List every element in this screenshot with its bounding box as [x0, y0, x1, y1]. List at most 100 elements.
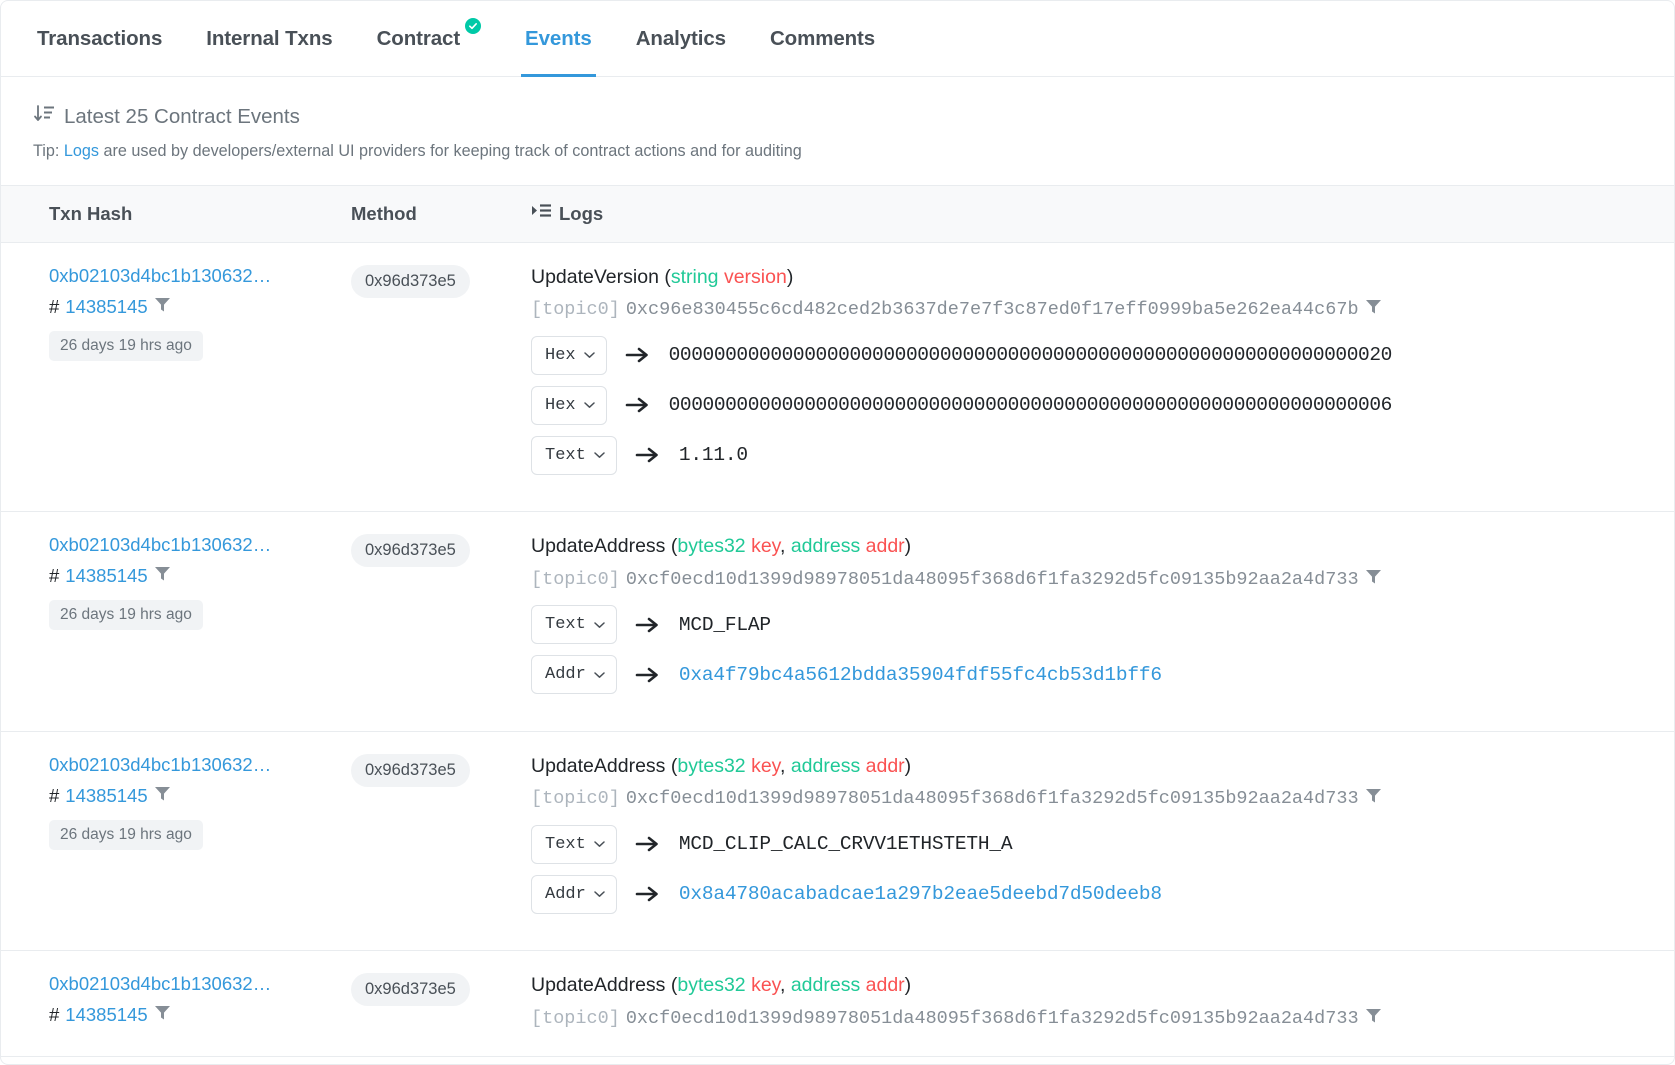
events-table: Txn Hash Method Logs 0xb02103d4bc1b13063… [1, 185, 1674, 1057]
filter-topic-icon[interactable] [1365, 1007, 1382, 1030]
data-format-select[interactable]: Hex [531, 385, 607, 425]
filter-topic-icon[interactable] [1365, 568, 1382, 591]
param-type: string [670, 266, 719, 288]
tab-label: Contract [376, 26, 461, 50]
log-data-rows: Hex 0000000000000000000000000000000000000… [531, 335, 1664, 475]
param-type: address [790, 754, 861, 777]
txn-hash-link[interactable]: 0xb02103d4bc1b130632… [49, 973, 341, 995]
log-data-value: 0000000000000000000000000000000000000000… [668, 344, 1393, 367]
data-format-value: Addr [545, 665, 586, 685]
topic-row: [topic0] 0xc96e830455c6cd482ced2b3637de7e… [531, 298, 1664, 321]
event-name: UpdateVersion [531, 266, 659, 288]
cell-logs: UpdateAddress (bytes32 key, address addr… [531, 951, 1674, 1056]
block-hash-prefix: # [49, 565, 60, 587]
column-header-txn-hash: Txn Hash [1, 185, 351, 243]
topic-label: [topic0] [531, 568, 620, 590]
log-data-row: Text MCD_FLAP [531, 605, 1664, 645]
block-number-link[interactable]: 14385145 [65, 565, 147, 587]
event-signature: UpdateAddress (bytes32 key, address addr… [531, 754, 912, 777]
events-heading-section: Latest 25 Contract Events Tip: Logs are … [1, 77, 1674, 161]
arrow-right-icon [617, 615, 679, 635]
table-row: 0xb02103d4bc1b130632… #14385145 26 days 19… [1, 243, 1674, 512]
log-data-value: MCD_CLIP_CALC_CRVV1ETHSTETH_A [678, 833, 1013, 856]
block-number-link[interactable]: 14385145 [65, 785, 147, 807]
data-format-select[interactable]: Text [531, 435, 617, 475]
log-data-row: Addr 0x8a4780acabadcae1a297b2eae5deebd7d5… [531, 874, 1664, 914]
method-badge[interactable]: 0x96d373e5 [351, 265, 470, 298]
tab-contract[interactable]: Contract [355, 1, 503, 76]
sort-descending-icon [33, 103, 55, 131]
logs-list-icon [531, 202, 552, 226]
event-signature: UpdateVersion (string version) [531, 266, 794, 288]
table-row: 0xb02103d4bc1b130632… #14385145 26 days 19… [1, 512, 1674, 732]
data-format-select[interactable]: Text [531, 824, 617, 864]
method-badge[interactable]: 0x96d373e5 [351, 753, 470, 787]
log-data-row: Hex 0000000000000000000000000000000000000… [531, 385, 1664, 425]
arrow-right-icon [607, 345, 669, 365]
arrow-right-icon [617, 884, 679, 904]
txn-hash-link[interactable]: 0xb02103d4bc1b130632… [49, 534, 341, 556]
method-badge[interactable]: 0x96d373e5 [351, 534, 470, 568]
tab-analytics[interactable]: Analytics [614, 1, 748, 76]
cell-method: 0x96d373e5 [351, 951, 531, 1056]
log-address-link[interactable]: 0xa4f79bc4a5612bdda35904fdf55fc4cb53d1bf… [679, 664, 1162, 686]
param-name: key [751, 974, 780, 997]
method-badge[interactable]: 0x96d373e5 [351, 973, 470, 1007]
event-name: UpdateAddress [531, 754, 666, 777]
block-number-link[interactable]: 14385145 [65, 1004, 147, 1026]
age-badge: 26 days 19 hrs ago [49, 819, 203, 850]
age-badge: 26 days 19 hrs ago [49, 600, 203, 631]
block-number-link[interactable]: 14385145 [65, 296, 147, 318]
tab-label: Events [525, 26, 592, 50]
block-line: #14385145 [49, 785, 341, 807]
data-format-value: Text [545, 615, 586, 635]
topic-row: [topic0] 0xcf0ecd10d1399d98978051da48095f… [531, 787, 1664, 810]
age-badge: 26 days 19 hrs ago [49, 331, 203, 361]
topic-row: [topic0] 0xcf0ecd10d1399d98978051da48095f… [531, 1007, 1664, 1030]
data-format-select[interactable]: Addr [531, 655, 617, 695]
topic-value: 0xcf0ecd10d1399d98978051da48095f368d6f1f… [625, 568, 1359, 590]
param-name: key [751, 535, 780, 558]
param-type: address [790, 535, 861, 558]
table-row: 0xb02103d4bc1b130632… #14385145 0x96d373e5… [1, 951, 1674, 1056]
log-address-link[interactable]: 0x8a4780acabadcae1a297b2eae5deebd7d50dee… [679, 883, 1162, 905]
filter-topic-icon[interactable] [1365, 787, 1382, 810]
tab-transactions[interactable]: Transactions [15, 1, 184, 76]
filter-block-icon[interactable] [154, 785, 171, 807]
topic-label: [topic0] [531, 299, 620, 321]
data-format-select[interactable]: Text [531, 605, 617, 645]
topic-value: 0xcf0ecd10d1399d98978051da48095f368d6f1f… [625, 788, 1359, 810]
filter-block-icon[interactable] [154, 565, 171, 587]
tab-bar: Transactions Internal Txns Contract Events A… [1, 1, 1674, 77]
tab-label: Comments [769, 26, 876, 50]
cell-txn-hash: 0xb02103d4bc1b130632… #14385145 26 days 19… [1, 243, 351, 512]
filter-block-icon[interactable] [154, 1004, 171, 1026]
tip-rest: are used by developers/external UI provi… [99, 142, 802, 160]
topic-row: [topic0] 0xcf0ecd10d1399d98978051da48095f… [531, 568, 1664, 591]
block-line: #14385145 [49, 1004, 341, 1026]
param-type: address [790, 974, 861, 997]
param-name: key [751, 754, 780, 777]
verified-check-icon [465, 18, 482, 34]
log-data-rows: Text MCD_FLAP Addr 0xa4f79bc4a5612bdda35904… [531, 605, 1664, 695]
tab-label: Transactions [37, 26, 163, 50]
tab-comments[interactable]: Comments [748, 1, 897, 76]
tab-internal-txns[interactable]: Internal Txns [184, 1, 354, 76]
topic-value: 0xcf0ecd10d1399d98978051da48095f368d6f1f… [625, 1007, 1359, 1029]
param-type: bytes32 [677, 535, 746, 558]
cell-txn-hash: 0xb02103d4bc1b130632… #14385145 [1, 951, 351, 1056]
param-name: addr [865, 535, 905, 558]
event-signature: UpdateAddress (bytes32 key, address addr… [531, 974, 912, 997]
event-name: UpdateAddress [531, 535, 666, 558]
filter-block-icon[interactable] [154, 296, 171, 318]
txn-hash-link[interactable]: 0xb02103d4bc1b130632… [49, 754, 341, 776]
tab-events[interactable]: Events [503, 1, 614, 77]
cell-txn-hash: 0xb02103d4bc1b130632… #14385145 26 days 19… [1, 512, 351, 731]
data-format-select[interactable]: Addr [531, 874, 617, 914]
cell-method: 0x96d373e5 [351, 243, 531, 512]
logs-help-link[interactable]: Logs [64, 142, 99, 160]
filter-topic-icon[interactable] [1365, 298, 1382, 321]
cell-method: 0x96d373e5 [351, 731, 531, 950]
txn-hash-link[interactable]: 0xb02103d4bc1b130632… [49, 265, 341, 287]
data-format-select[interactable]: Hex [531, 335, 607, 375]
